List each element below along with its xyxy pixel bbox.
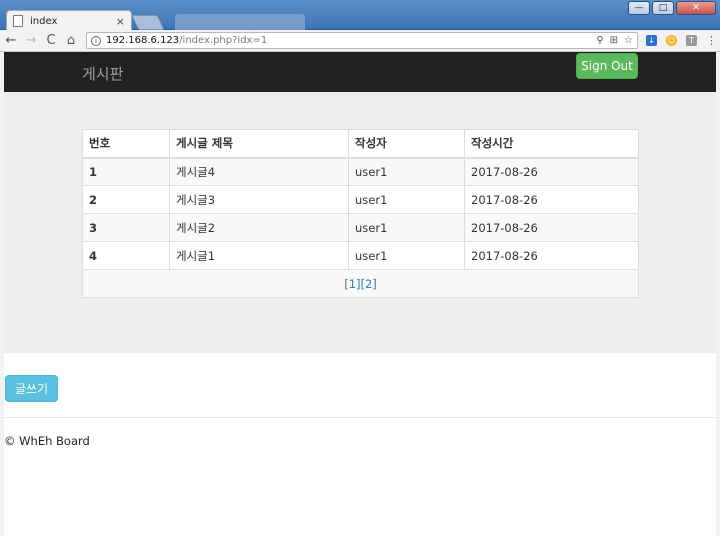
post-title-link[interactable]: 게시글3 [169,185,349,214]
post-title-link[interactable]: 게시글4 [169,157,349,186]
post-number: 2 [82,185,170,214]
brand-title[interactable]: 게시판 [82,63,123,84]
page-link-2[interactable]: [2] [361,277,377,291]
post-date: 2017-08-26 [464,241,639,270]
table-header-row: 번호 게시글 제목 작성자 작성시간 [82,129,639,159]
tab-close-icon[interactable]: × [116,15,125,28]
url-text[interactable]: 192.168.6.123/index.php?idx=1 [106,35,596,46]
footer-divider [4,417,716,418]
site-navbar: 게시판 Sign Out [4,52,716,92]
browser-toolbar: ← → C ⌂ i 192.168.6.123/index.php?idx=1 … [0,30,720,52]
table-row[interactable]: 4 게시글1 user1 2017-08-26 [82,241,639,270]
t-extension-icon[interactable]: T [686,35,697,46]
info-icon[interactable]: i [91,35,101,46]
post-number: 4 [82,241,170,270]
home-icon[interactable]: ⌂ [62,33,80,48]
post-number: 1 [82,157,170,186]
table-row[interactable]: 2 게시글3 user1 2017-08-26 [82,185,639,214]
omnibox-icons: ⚲ ⊞ ☆ [596,35,633,46]
bookmark-star-icon[interactable]: ☆ [624,35,633,46]
post-table: 번호 게시글 제목 작성자 작성시간 1 게시글4 user1 2017-08-… [82,129,639,298]
page-link-1[interactable]: [1] [344,277,360,291]
post-number: 3 [82,213,170,242]
url-path: /index.php?idx=1 [179,35,268,46]
post-author: user1 [348,241,465,270]
window-titlebar: index × — □ ✕ [0,0,720,31]
post-date: 2017-08-26 [464,157,639,186]
header-title: 게시글 제목 [169,129,349,159]
maximize-button[interactable]: □ [652,1,674,15]
page-icon [13,15,23,27]
address-bar[interactable]: i 192.168.6.123/index.php?idx=1 ⚲ ⊞ ☆ [86,32,638,49]
post-author: user1 [348,157,465,186]
close-window-button[interactable]: ✕ [676,1,716,15]
post-date: 2017-08-26 [464,213,639,242]
write-post-button[interactable]: 글쓰기 [5,375,58,402]
window-controls: — □ ✕ [628,1,716,15]
new-tab-button[interactable] [131,15,165,30]
window-frame-right [716,52,720,536]
board-container: 번호 게시글 제목 작성자 작성시간 1 게시글4 user1 2017-08-… [4,92,716,353]
footer-text: © WhEh Board [4,434,90,448]
browser-tab[interactable]: index × [6,10,132,31]
header-date: 작성시간 [464,129,639,159]
post-title-link[interactable]: 게시글1 [169,241,349,270]
pagination-row: [1][2] [82,269,639,298]
extensions-bar: ↓ ☺ T ⋮ [646,35,717,46]
tab-title: index [30,15,58,27]
forward-icon[interactable]: → [22,33,40,48]
header-number: 번호 [82,129,170,159]
minimize-button[interactable]: — [628,1,650,15]
post-title-link[interactable]: 게시글2 [169,213,349,242]
translate-icon[interactable]: ⊞ [610,35,618,46]
reload-icon[interactable]: C [42,33,60,48]
zoom-icon[interactable]: ⚲ [596,35,603,46]
sign-out-button[interactable]: Sign Out [576,53,638,79]
back-icon[interactable]: ← [2,33,20,48]
url-host: 192.168.6.123 [106,35,180,46]
emoji-extension-icon[interactable]: ☺ [666,35,677,46]
download-extension-icon[interactable]: ↓ [646,35,657,46]
background-tab[interactable] [175,14,305,30]
menu-icon[interactable]: ⋮ [706,35,717,46]
table-row[interactable]: 1 게시글4 user1 2017-08-26 [82,157,639,186]
table-row[interactable]: 3 게시글2 user1 2017-08-26 [82,213,639,242]
post-author: user1 [348,185,465,214]
pagination: [1][2] [82,269,639,298]
header-author: 작성자 [348,129,465,159]
post-date: 2017-08-26 [464,185,639,214]
post-author: user1 [348,213,465,242]
